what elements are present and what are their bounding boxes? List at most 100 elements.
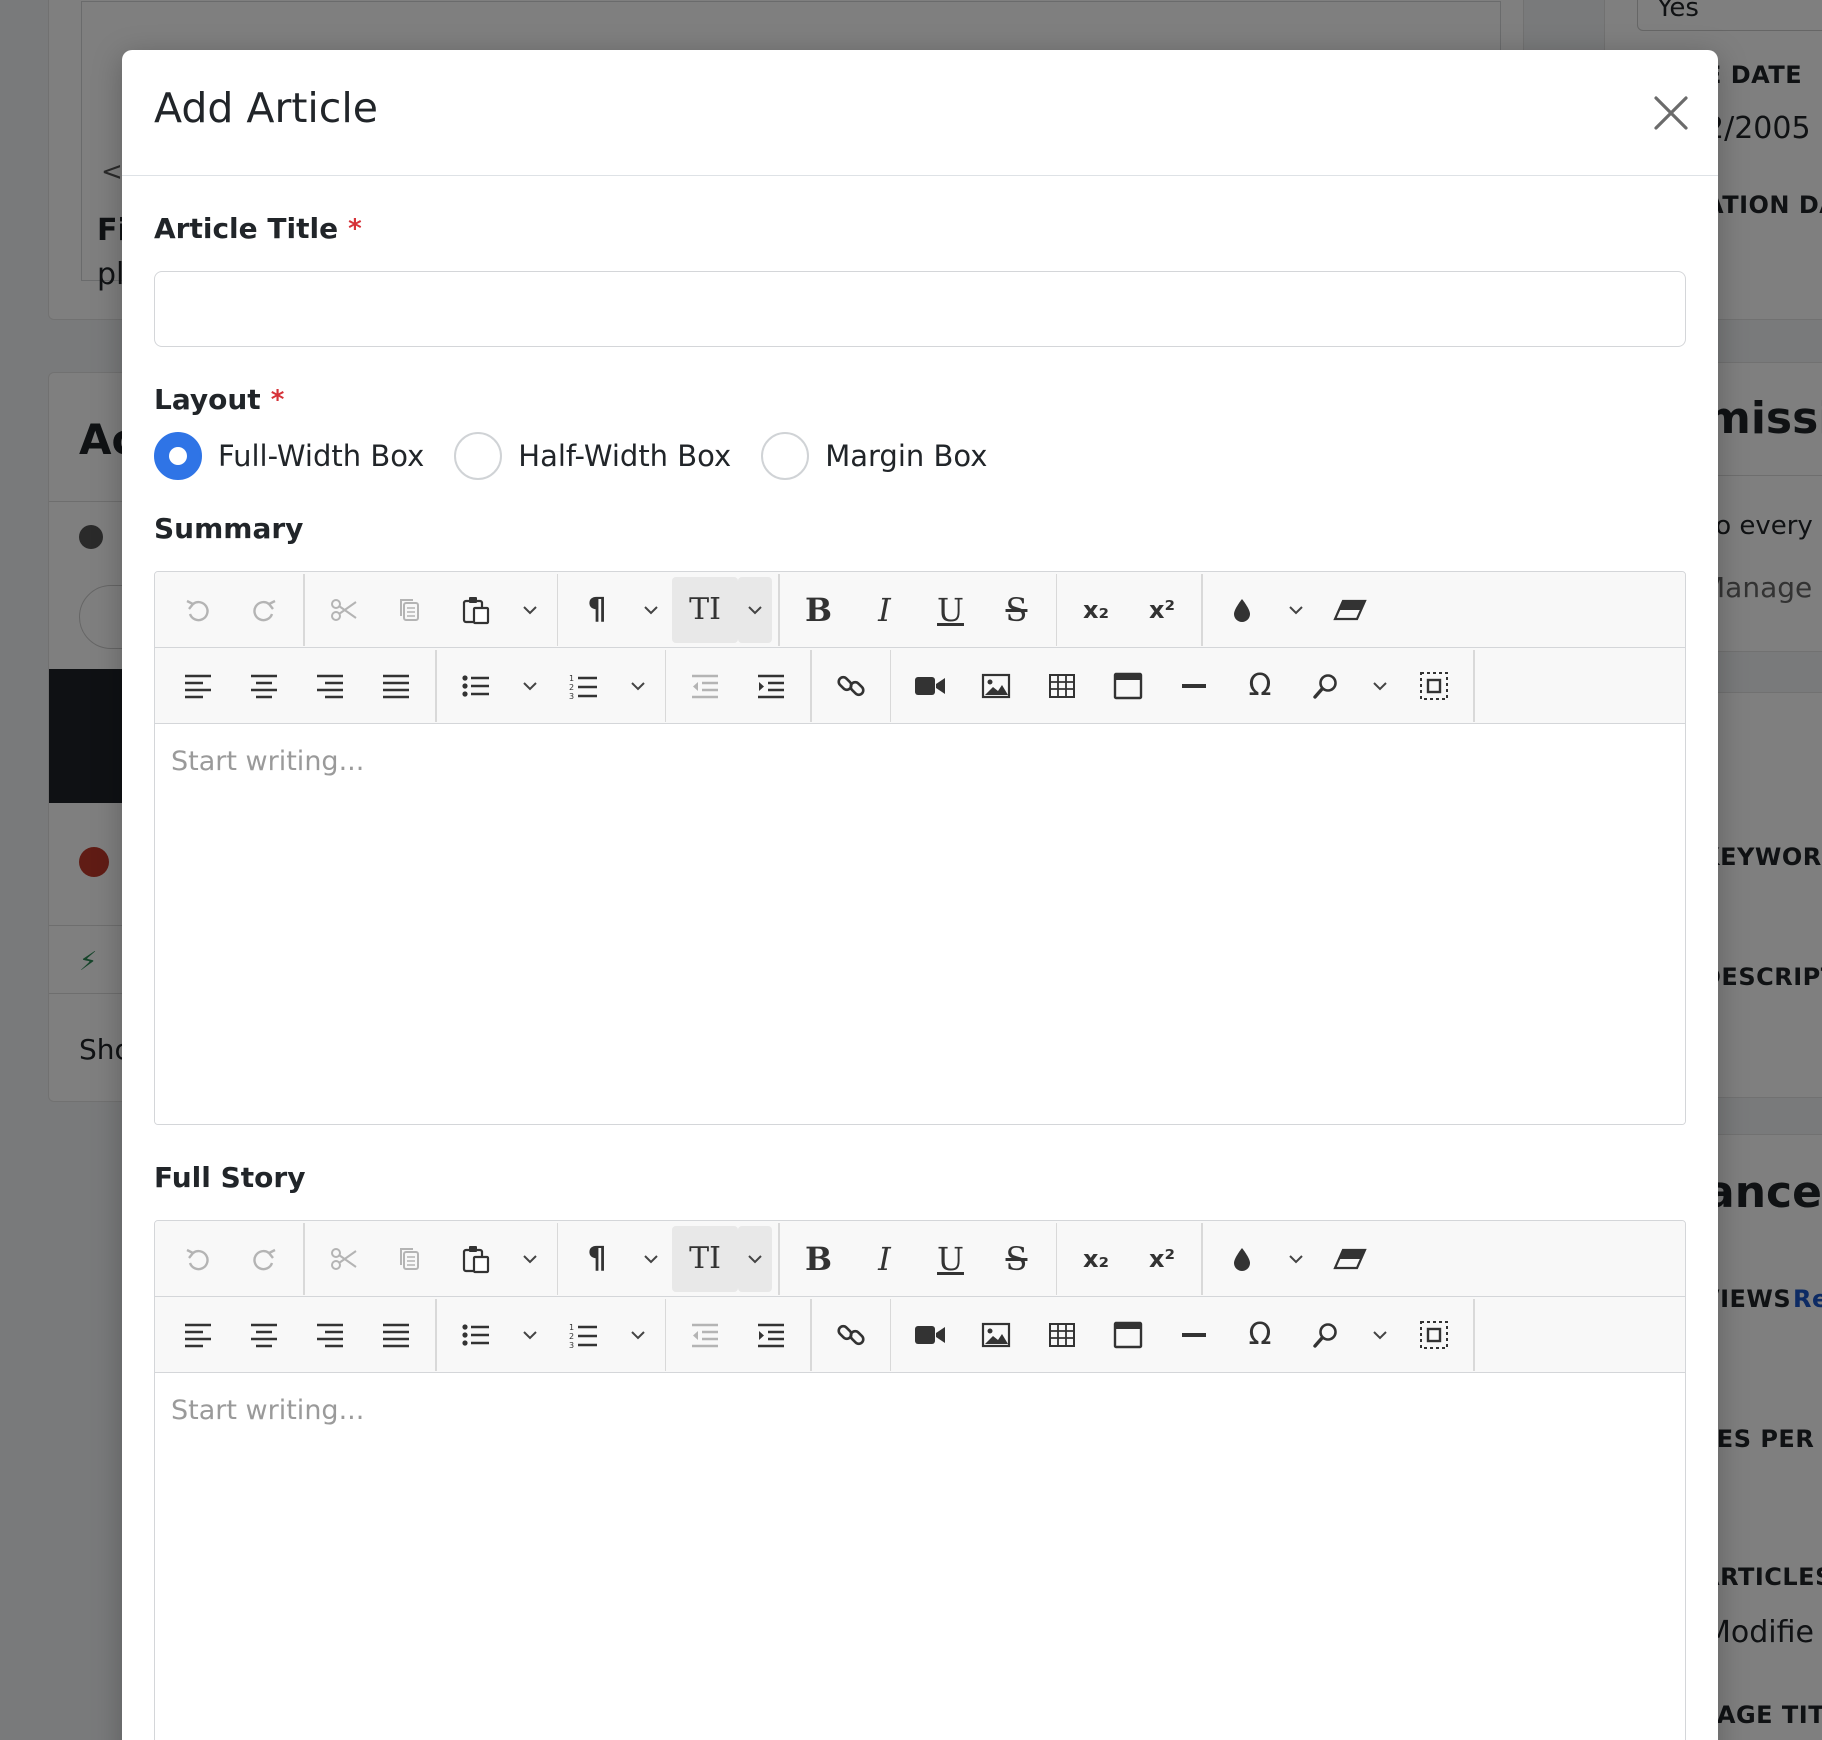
insert-video-button[interactable] — [897, 1302, 963, 1368]
insert-table-button[interactable] — [1029, 1302, 1095, 1368]
font-size-dropdown[interactable] — [738, 576, 772, 643]
insert-table-button[interactable] — [1029, 653, 1095, 719]
strikethrough-button[interactable]: S — [984, 577, 1050, 643]
find-replace-dropdown[interactable] — [1359, 1302, 1401, 1368]
undo-button[interactable] — [165, 1226, 231, 1292]
align-center-button[interactable] — [231, 1302, 297, 1368]
unordered-list-dropdown[interactable] — [509, 653, 551, 719]
close-button[interactable] — [1648, 90, 1694, 136]
strikethrough-icon: S — [1005, 590, 1028, 629]
insert-image-button[interactable] — [963, 1302, 1029, 1368]
strikethrough-button[interactable]: S — [984, 1226, 1050, 1292]
select-all-button[interactable] — [1401, 1302, 1467, 1368]
copy-button[interactable] — [377, 1226, 443, 1292]
insert-image-button[interactable] — [963, 653, 1029, 719]
layout-radio-full-width[interactable]: Full-Width Box — [154, 432, 424, 480]
paragraph-format-dropdown[interactable] — [630, 577, 672, 643]
ordered-list-dropdown[interactable] — [617, 1302, 659, 1368]
insert-embed-button[interactable] — [1095, 1302, 1161, 1368]
text-color-button[interactable] — [1209, 577, 1275, 643]
outdent-button[interactable] — [672, 653, 738, 719]
text-color-dropdown[interactable] — [1275, 1226, 1317, 1292]
find-replace-dropdown[interactable] — [1359, 653, 1401, 719]
align-center-button[interactable] — [231, 653, 297, 719]
code-view-button[interactable] — [1481, 653, 1547, 719]
full-story-editor-area[interactable]: Start writing... — [155, 1373, 1685, 1740]
superscript-button[interactable]: x² — [1129, 577, 1195, 643]
indent-button[interactable] — [738, 1302, 804, 1368]
redo-button[interactable] — [231, 577, 297, 643]
insert-horizontal-line-icon — [1181, 681, 1207, 691]
align-justify-button[interactable] — [363, 653, 429, 719]
special-characters-button[interactable]: Ω — [1227, 1302, 1293, 1368]
align-right-button[interactable] — [297, 653, 363, 719]
redo-button[interactable] — [231, 1226, 297, 1292]
ordered-list-button[interactable]: 123 — [551, 653, 617, 719]
unordered-list-button[interactable] — [443, 653, 509, 719]
insert-link-button[interactable] — [818, 653, 884, 719]
insert-embed-button[interactable] — [1095, 653, 1161, 719]
indent-button[interactable] — [738, 653, 804, 719]
subscript-button[interactable]: x₂ — [1063, 577, 1129, 643]
insert-link-icon — [836, 1320, 866, 1350]
outdent-button[interactable] — [672, 1302, 738, 1368]
insert-horizontal-line-button[interactable] — [1161, 653, 1227, 719]
insert-table-icon — [1048, 673, 1076, 699]
align-left-button[interactable] — [165, 1302, 231, 1368]
insert-video-icon — [914, 1323, 946, 1347]
ordered-list-dropdown[interactable] — [617, 653, 659, 719]
select-all-icon — [1419, 671, 1449, 701]
paragraph-format-dropdown[interactable] — [630, 1226, 672, 1292]
layout-radio-half-width[interactable]: Half-Width Box — [454, 432, 731, 480]
font-size-dropdown[interactable] — [738, 1225, 772, 1292]
insert-video-button[interactable] — [897, 653, 963, 719]
special-characters-button[interactable]: Ω — [1227, 653, 1293, 719]
ordered-list-button[interactable]: 123 — [551, 1302, 617, 1368]
underline-button[interactable]: U — [918, 1226, 984, 1292]
copy-button[interactable] — [377, 577, 443, 643]
summary-editor-area[interactable]: Start writing... — [155, 724, 1685, 1124]
paste-button[interactable] — [443, 577, 509, 643]
paragraph-format-button[interactable]: ¶ — [564, 577, 630, 643]
align-left-button[interactable] — [165, 653, 231, 719]
cut-button[interactable] — [311, 1226, 377, 1292]
bold-button[interactable]: B — [786, 577, 852, 643]
find-replace-button[interactable] — [1293, 653, 1359, 719]
insert-horizontal-line-button[interactable] — [1161, 1302, 1227, 1368]
article-title-input[interactable] — [154, 271, 1686, 347]
unordered-list-dropdown[interactable] — [509, 1302, 551, 1368]
code-view-button[interactable] — [1481, 1302, 1547, 1368]
layout-radio-margin[interactable]: Margin Box — [761, 432, 987, 480]
undo-button[interactable] — [165, 577, 231, 643]
ordered-list-icon: 123 — [569, 672, 599, 700]
italic-button[interactable]: I — [852, 1226, 918, 1292]
select-all-button[interactable] — [1401, 653, 1467, 719]
text-color-button[interactable] — [1209, 1226, 1275, 1292]
font-size-button[interactable]: TI — [672, 576, 738, 643]
font-size-button[interactable]: TI — [672, 1225, 738, 1292]
text-color-dropdown[interactable] — [1275, 577, 1317, 643]
cut-button[interactable] — [311, 577, 377, 643]
italic-button[interactable]: I — [852, 577, 918, 643]
align-justify-button[interactable] — [363, 1302, 429, 1368]
unordered-list-button[interactable] — [443, 1302, 509, 1368]
clear-formatting-button[interactable] — [1317, 1226, 1383, 1292]
paragraph-format-button[interactable]: ¶ — [564, 1226, 630, 1292]
paste-button[interactable] — [443, 1226, 509, 1292]
radio-button-checked[interactable] — [154, 432, 202, 480]
underline-button[interactable]: U — [918, 577, 984, 643]
clear-formatting-button[interactable] — [1317, 577, 1383, 643]
insert-link-button[interactable] — [818, 1302, 884, 1368]
bold-button[interactable]: B — [786, 1226, 852, 1292]
paste-options-dropdown[interactable] — [509, 577, 551, 643]
align-right-icon — [315, 673, 345, 699]
superscript-button[interactable]: x² — [1129, 1226, 1195, 1292]
subscript-button[interactable]: x₂ — [1063, 1226, 1129, 1292]
radio-button[interactable] — [454, 432, 503, 480]
radio-button[interactable] — [761, 432, 810, 480]
paste-options-dropdown[interactable] — [509, 1226, 551, 1292]
align-right-button[interactable] — [297, 1302, 363, 1368]
find-replace-button[interactable] — [1293, 1302, 1359, 1368]
toolbar-divider — [1473, 1298, 1475, 1371]
copy-icon — [396, 596, 424, 624]
